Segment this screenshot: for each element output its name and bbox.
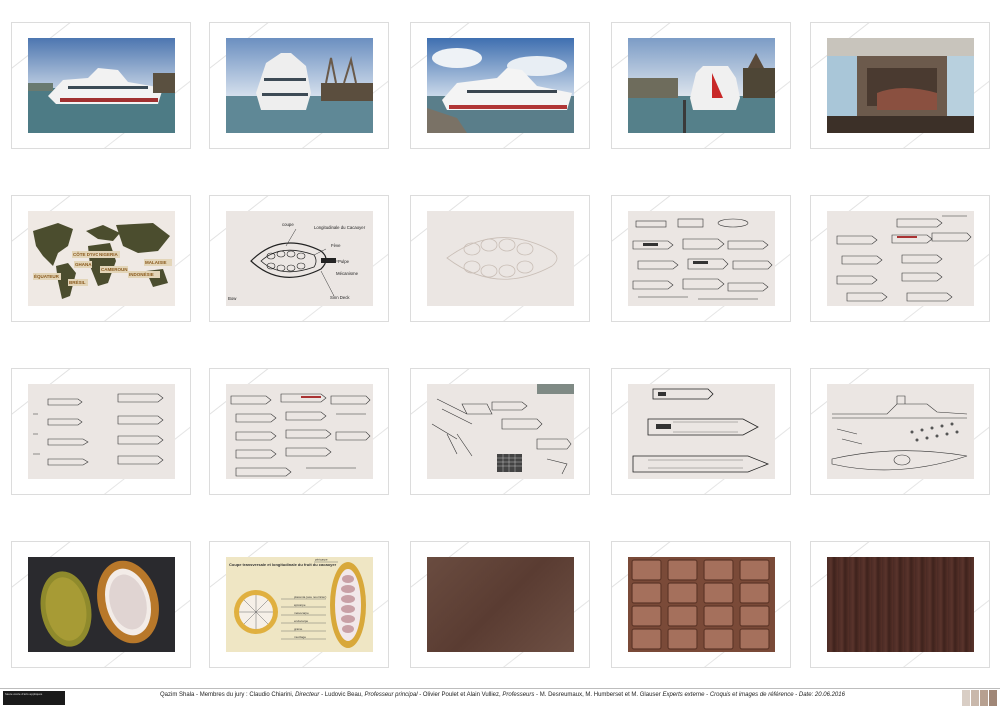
boat-photo-2: [226, 38, 373, 133]
panel-boat-photo-2: [209, 22, 389, 149]
map-label-bresil: BRÉSIL: [69, 278, 86, 285]
jury-member-role: Experts externe: [662, 692, 705, 698]
brown-texture: [427, 557, 574, 652]
panel-cocoa-diagram: Coupe transversale et longitudinale du f…: [209, 541, 389, 668]
logo-text: haute école d'arts appliqués: [5, 692, 43, 696]
map-label-indonesie: INDONÉSIE: [129, 270, 154, 277]
sketch-label-mecanisme: Mécanisme: [336, 271, 359, 276]
panel-ship-sketches-1: [611, 195, 791, 322]
cocoa-fruit-diagram: Coupe transversale et longitudinale du f…: [226, 557, 373, 652]
panel-chocolate-texture: [611, 541, 791, 668]
panel-wood-texture: [810, 541, 990, 668]
panel-cocoa-sketch: coupe Longitudinale du Cacaoyer Fève Pul…: [209, 195, 389, 322]
panel-ship-sketches-4: [209, 368, 389, 495]
cocoa-producers-map: CÔTE D'IVOIRE GHANA NIGERIA CAMEROUN ÉQU…: [28, 211, 175, 306]
panel-boat-photo-1: [11, 22, 191, 149]
school-logo: haute école d'arts appliqués: [3, 691, 65, 705]
jury-member-name: M. Desreumaux, M. Humberset et M. Glause…: [539, 692, 661, 698]
jury-member-name: Ludovic Beau: [324, 692, 362, 698]
boat-photo-3: [427, 38, 574, 133]
ship-sketches-2: [827, 211, 974, 306]
ship-sketches-1: [628, 211, 775, 306]
panel-elevation-sketch: [810, 368, 990, 495]
jury-member-name: Olivier Poulet et Alain Vulliez: [422, 692, 500, 698]
map-label-ghana: GHANA: [75, 262, 92, 267]
sketch-label-feve: Fève: [331, 243, 341, 248]
ship-sketches-3: [28, 384, 175, 479]
panel-world-map: CÔTE D'IVOIRE GHANA NIGERIA CAMEROUN ÉQU…: [11, 195, 191, 322]
diagram-label-endocarpe: endocarpe: [294, 619, 309, 623]
wood-texture: [827, 557, 974, 652]
board-subject: Croquis et images de référence: [709, 692, 794, 698]
sketch-label-pulpe: Pulpe: [338, 259, 350, 264]
cocoa-pod-sketch: coupe Longitudinale du Cacaoyer Fève Pul…: [226, 211, 373, 306]
perspective-sketch: [427, 384, 574, 479]
sketch-label-coupe: coupe: [282, 222, 294, 227]
board-date: 20.06.2016: [814, 692, 845, 698]
panel-cocoa-outline: [410, 195, 590, 322]
cocoa-pod-photo: [28, 557, 175, 652]
diagram-label-graine: graine: [294, 627, 303, 631]
map-label-nigeria: NIGERIA: [99, 252, 119, 257]
panel-boat-photo-4: [611, 22, 791, 149]
diagram-label-mucilage: mucilage: [294, 635, 306, 639]
panel-brown-texture: [410, 541, 590, 668]
boat-photo-4: [628, 38, 775, 133]
map-label-malaisie: MALAISIE: [145, 260, 167, 265]
interior-photo: [827, 38, 974, 133]
diagram-label-placenta: placenta (axe nourricier): [294, 595, 326, 599]
board-sheet: CÔTE D'IVOIRE GHANA NIGERIA CAMEROUN ÉQU…: [0, 0, 1000, 708]
jury-member-role: Professeur principal: [364, 692, 418, 698]
elevation-sketch: [827, 384, 974, 479]
map-label-equateur: ÉQUATEUR: [34, 272, 60, 279]
chocolate-bar-texture: [628, 557, 775, 652]
panel-perspective-sketch: [410, 368, 590, 495]
diagram-label-mesocarpe: mésocarpe: [294, 611, 309, 615]
jury-member-role: Directeur: [295, 692, 320, 698]
sketch-label-sinn-deck: Sinn Deck: [330, 295, 350, 300]
jury-member-role: Professeurs: [502, 692, 535, 698]
jury-member-name: Claudio Chiarini: [249, 692, 292, 698]
panel-boat-photo-3: [410, 22, 590, 149]
date-label: Date:: [798, 692, 814, 698]
cocoa-outline-sketch: [427, 211, 574, 306]
map-label-cameroun: CAMEROUN: [101, 267, 128, 272]
sketch-label-longitudinale: Longitudinale du Cacaoyer: [314, 225, 366, 230]
diagram-label-epicarpe: épicarpe: [294, 603, 306, 607]
ship-sketches-4: [226, 384, 373, 479]
footer-credits: Qazim Shala - Membres du jury : Claudio …: [160, 692, 845, 698]
swatch-3: [980, 690, 988, 706]
color-swatches: [962, 690, 998, 706]
swatch-4: [989, 690, 997, 706]
diagram-label-pericarpe: péricarpe: [315, 558, 328, 562]
panel-ship-sketches-3: [11, 368, 191, 495]
sketch-label-bow: Bow: [228, 296, 237, 301]
panel-plan-sketches: [611, 368, 791, 495]
panel-interior-photo: [810, 22, 990, 149]
boat-photo-1: [28, 38, 175, 133]
swatch-1: [962, 690, 970, 706]
panel-ship-sketches-2: [810, 195, 990, 322]
deck-plan-sketches: [628, 384, 775, 479]
jury-label: Membres du jury :: [199, 692, 248, 698]
diagram-title: Coupe transversale et longitudinale du f…: [229, 562, 337, 567]
swatch-2: [971, 690, 979, 706]
footer-bar: [0, 688, 1000, 708]
panel-cocoa-photo: [11, 541, 191, 668]
author-name: Qazim Shala: [160, 692, 195, 698]
